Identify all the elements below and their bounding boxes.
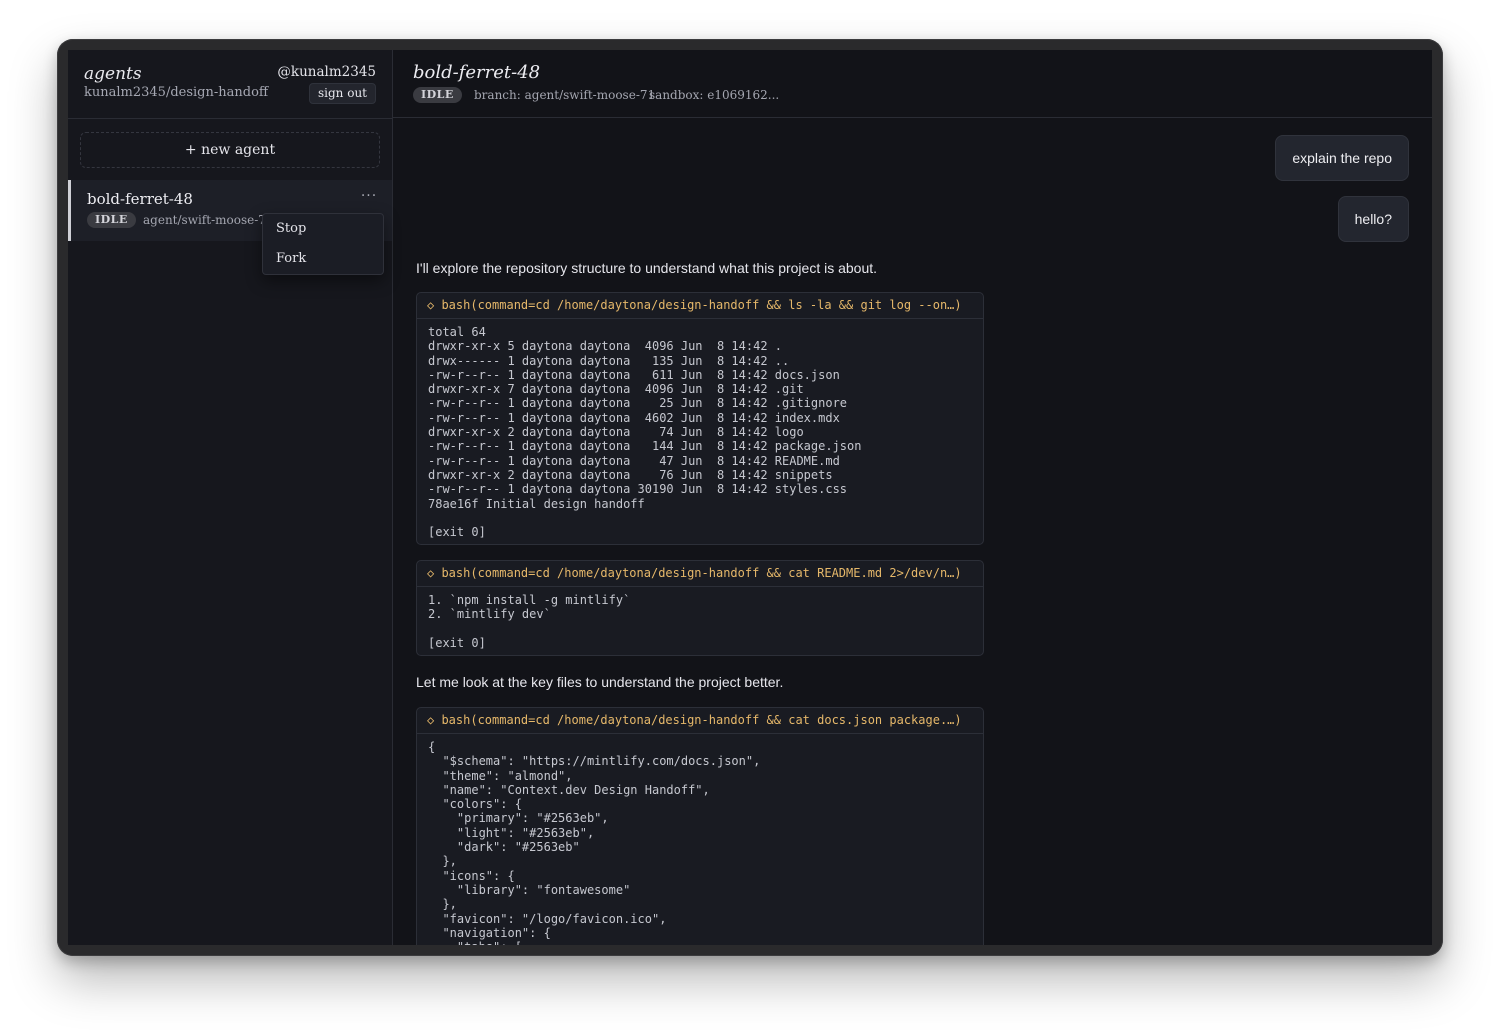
- tool-call-command[interactable]: ◇ bash(command=cd /home/daytona/design-h…: [417, 293, 983, 319]
- more-options-icon[interactable]: ···: [358, 189, 380, 206]
- tool-call-output: total 64 drwxr-xr-x 5 daytona daytona 40…: [428, 325, 862, 540]
- sidebar-title: agents: [84, 64, 142, 84]
- tool-call-block: ◇ bash(command=cd /home/daytona/design-h…: [416, 560, 984, 656]
- menu-item-fork[interactable]: Fork: [263, 244, 383, 274]
- tool-call-output: { "$schema": "https://mintlify.com/docs.…: [428, 740, 761, 945]
- user-message: hello?: [1337, 196, 1409, 242]
- sandbox-label: sandbox: e1069162...: [649, 88, 780, 102]
- status-badge: IDLE: [413, 87, 462, 103]
- sign-out-button[interactable]: sign out: [309, 83, 376, 104]
- tool-call-block: ◇ bash(command=cd /home/daytona/design-h…: [416, 292, 984, 545]
- user-message: explain the repo: [1275, 135, 1409, 181]
- agent-branch: agent/swift-moose-71: [143, 213, 274, 227]
- repo-name: kunalm2345/design-handoff: [84, 85, 269, 100]
- agent-title: bold-ferret-48: [413, 62, 541, 83]
- username: @kunalm2345: [277, 64, 376, 80]
- agent-context-menu: Stop Fork: [262, 213, 384, 275]
- tool-call-output: 1. `npm install -g mintlify` 2. `mintlif…: [428, 593, 631, 650]
- app-window: agents kunalm2345/design-handoff @kunalm…: [68, 50, 1432, 945]
- assistant-message: I'll explore the repository structure to…: [416, 260, 878, 276]
- tool-call-command[interactable]: ◇ bash(command=cd /home/daytona/design-h…: [417, 561, 983, 587]
- menu-item-stop[interactable]: Stop: [263, 214, 383, 244]
- new-agent-button[interactable]: + new agent: [80, 132, 380, 168]
- assistant-message: Let me look at the key files to understa…: [416, 674, 784, 690]
- status-badge: IDLE: [87, 212, 136, 228]
- agent-name: bold-ferret-48: [87, 190, 193, 208]
- branch-label: branch: agent/swift-moose-71: [474, 88, 656, 102]
- app-window-frame: agents kunalm2345/design-handoff @kunalm…: [57, 39, 1443, 956]
- tool-call-command[interactable]: ◇ bash(command=cd /home/daytona/design-h…: [417, 708, 983, 734]
- sidebar: agents kunalm2345/design-handoff @kunalm…: [68, 50, 393, 945]
- main-panel: bold-ferret-48 IDLE branch: agent/swift-…: [393, 50, 1432, 945]
- tool-call-block: ◇ bash(command=cd /home/daytona/design-h…: [416, 707, 984, 945]
- main-header: bold-ferret-48 IDLE branch: agent/swift-…: [393, 50, 1432, 118]
- sidebar-header: agents kunalm2345/design-handoff @kunalm…: [68, 50, 392, 119]
